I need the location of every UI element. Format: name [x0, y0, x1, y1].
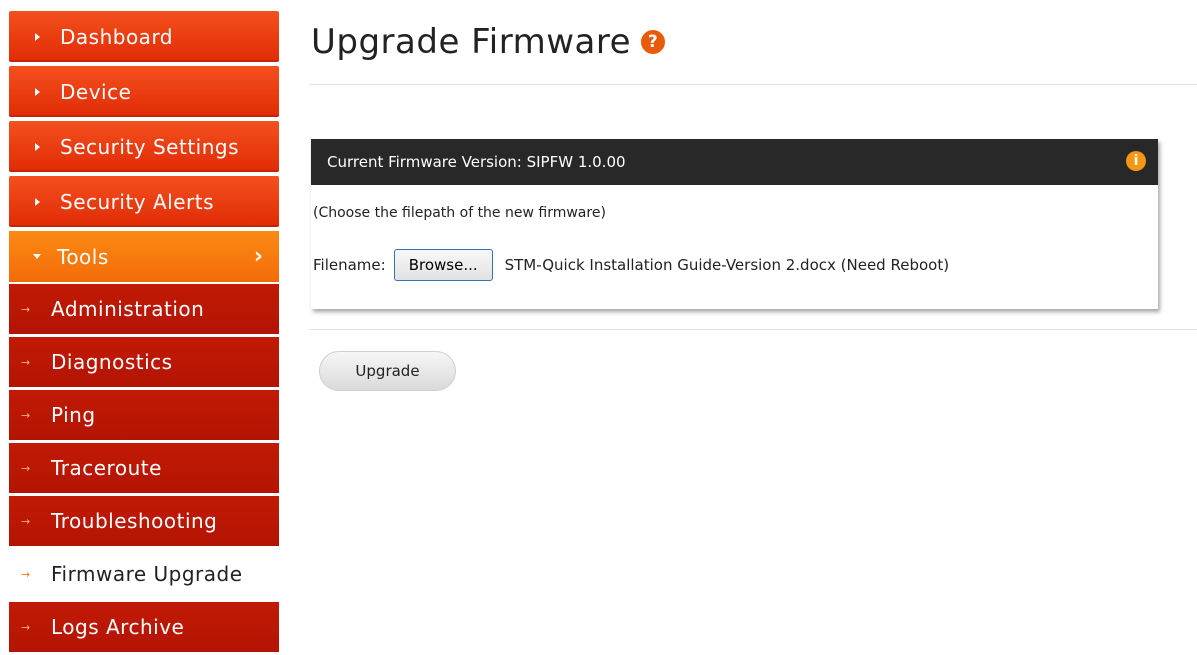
- down-arrow-icon: [33, 254, 41, 259]
- sidebar-item-label: Device: [60, 79, 132, 104]
- right-arrow-icon: [35, 142, 40, 151]
- filename-label: Filename:: [313, 256, 386, 274]
- sidebar-item-label: Dashboard: [60, 24, 174, 49]
- current-firmware-version: Current Firmware Version: SIPFW 1.0.00: [327, 153, 626, 171]
- selected-file-name: STM-Quick Installation Guide-Version 2.d…: [504, 256, 950, 274]
- sidebar-item-tools[interactable]: Tools ›: [9, 231, 279, 282]
- sidebar-item-device[interactable]: Device: [9, 66, 279, 117]
- sidebar-item-security-alerts[interactable]: Security Alerts: [9, 176, 279, 227]
- subitem-arrow-icon: →: [21, 408, 31, 422]
- subitem-arrow-icon: →: [21, 620, 31, 634]
- subitem-arrow-icon: →: [21, 302, 31, 316]
- subitem-arrow-icon: →: [21, 567, 31, 581]
- sidebar-subitem-administration[interactable]: → Administration: [9, 284, 279, 334]
- sidebar-item-label: Ping: [51, 403, 96, 427]
- divider: [309, 84, 1197, 85]
- sidebar-item-label: Tools: [57, 244, 109, 269]
- info-icon[interactable]: i: [1126, 151, 1146, 171]
- sidebar-item-label: Diagnostics: [51, 350, 173, 374]
- subitem-arrow-icon: →: [21, 461, 31, 475]
- subitem-arrow-icon: →: [21, 514, 31, 528]
- page-title-text: Upgrade Firmware: [311, 22, 631, 62]
- sidebar-item-label: Troubleshooting: [51, 509, 218, 533]
- divider: [309, 329, 1197, 330]
- sidebar-item-security-settings[interactable]: Security Settings: [9, 121, 279, 172]
- sidebar-subitem-diagnostics[interactable]: → Diagnostics: [9, 337, 279, 387]
- right-arrow-icon: [35, 32, 40, 41]
- sidebar-subitem-ping[interactable]: → Ping: [9, 390, 279, 440]
- subitem-arrow-icon: →: [21, 355, 31, 369]
- sidebar-subitem-troubleshooting[interactable]: → Troubleshooting: [9, 496, 279, 546]
- sidebar-item-dashboard[interactable]: Dashboard: [9, 11, 279, 62]
- panel-header: Current Firmware Version: SIPFW 1.0.00 i: [311, 139, 1158, 185]
- sidebar-item-label: Security Settings: [60, 134, 240, 159]
- chevron-right-icon: ›: [253, 244, 263, 269]
- sidebar-item-label: Traceroute: [51, 456, 162, 480]
- upgrade-button[interactable]: Upgrade: [319, 351, 456, 391]
- help-icon[interactable]: ?: [641, 30, 665, 54]
- file-row: Filename: Browse... STM-Quick Installati…: [313, 249, 949, 281]
- filepath-hint: (Choose the filepath of the new firmware…: [313, 205, 606, 221]
- sidebar-subitem-firmware-upgrade[interactable]: → Firmware Upgrade: [9, 549, 279, 599]
- page-title: Upgrade Firmware ?: [311, 22, 665, 62]
- sidebar-item-label: Administration: [51, 297, 205, 321]
- sidebar-item-label: Logs Archive: [51, 615, 185, 639]
- right-arrow-icon: [35, 197, 40, 206]
- sidebar-item-label: Security Alerts: [60, 189, 215, 214]
- browse-button[interactable]: Browse...: [393, 249, 493, 281]
- firmware-panel: Current Firmware Version: SIPFW 1.0.00 i…: [311, 139, 1158, 309]
- sidebar: Dashboard Device Security Settings Secur…: [9, 11, 279, 655]
- sidebar-item-label: Firmware Upgrade: [51, 562, 243, 586]
- right-arrow-icon: [35, 87, 40, 96]
- sidebar-subitem-traceroute[interactable]: → Traceroute: [9, 443, 279, 493]
